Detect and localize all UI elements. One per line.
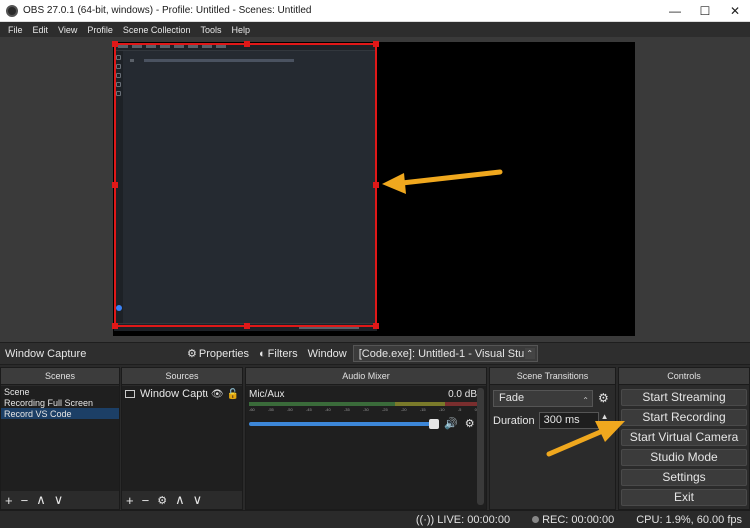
scene-item[interactable]: Scene (1, 386, 119, 397)
menu-profile[interactable]: Profile (82, 25, 118, 35)
move-down-icon[interactable]: ∨ (193, 492, 203, 508)
channel-name: Mic/Aux (249, 389, 285, 400)
remove-source-icon[interactable]: − (142, 493, 150, 508)
transition-select[interactable]: Fade ⌃ (493, 390, 593, 407)
add-source-icon[interactable]: + (126, 493, 134, 508)
eye-icon[interactable]: 👁 (211, 389, 224, 400)
source-selection-box[interactable] (112, 41, 379, 329)
maximize-button[interactable]: ☐ (690, 0, 720, 22)
gear-icon[interactable]: ⚙ (157, 494, 167, 507)
minimize-button[interactable]: — (660, 0, 690, 22)
mixer-channel: Mic/Aux 0.0 dB -60 -55 -50 -45 -40 -35 -30 -25-… (249, 389, 477, 430)
filter-icon: ◐ (259, 347, 266, 360)
move-down-icon[interactable]: ∨ (54, 492, 64, 508)
live-status: ((·)) LIVE: 00:00:00 (415, 513, 511, 526)
obs-logo-icon (6, 4, 18, 17)
meter-ticks: -60 -55 -50 -45 -40 -35 -30 -25 -20 -15 -10 -5 0 (249, 407, 477, 412)
gear-icon[interactable]: ⚙ (598, 391, 609, 405)
source-item[interactable]: Window Captu 👁 🔓 (122, 386, 242, 402)
chevron-updown-icon: ⌃ (582, 396, 589, 405)
resize-handle[interactable] (244, 323, 250, 329)
sources-footer: + − ⚙ ∧ ∨ (122, 491, 242, 509)
menu-edit[interactable]: Edit (28, 25, 54, 35)
scene-item-selected[interactable]: Record VS Code (1, 408, 119, 419)
scene-transitions-header: Scene Transitions (490, 368, 615, 385)
start-virtual-camera-button[interactable]: Start Virtual Camera (621, 429, 747, 446)
exit-button[interactable]: Exit (621, 489, 747, 506)
menu-tools[interactable]: Tools (195, 25, 226, 35)
window-label: Window (307, 347, 347, 360)
volume-slider[interactable] (249, 418, 439, 429)
studio-mode-button[interactable]: Studio Mode (621, 449, 747, 466)
resize-handle[interactable] (112, 323, 118, 329)
scene-item[interactable]: Recording Full Screen (1, 397, 119, 408)
properties-label: Properties (198, 347, 250, 360)
scenes-dock: Scenes Scene Recording Full Screen Recor… (0, 367, 120, 510)
window-select-value: [Code.exe]: Untitled-1 - Visual Stu (358, 347, 525, 360)
cpu-status: CPU: 1.9%, 60.00 fps (636, 513, 742, 526)
annotation-arrow-icon (546, 421, 625, 457)
properties-button[interactable]: ⚙ Properties (187, 347, 250, 361)
remove-scene-icon[interactable]: − (21, 493, 29, 508)
menu-help[interactable]: Help (226, 25, 255, 35)
status-bar: ((·)) LIVE: 00:00:00 REC: 00:00:00 CPU: … (0, 510, 750, 528)
volume-slider-knob[interactable] (429, 418, 439, 429)
window-title: OBS 27.0.1 (64-bit, windows) - Profile: … (23, 5, 312, 16)
move-up-icon[interactable]: ∧ (36, 492, 46, 508)
gear-icon: ⚙ (187, 348, 197, 360)
chevron-updown-icon: ⌃ (524, 348, 535, 359)
lock-icon[interactable]: 🔓 (227, 389, 239, 400)
menu-scene-collection[interactable]: Scene Collection (118, 25, 196, 35)
settings-button[interactable]: Settings (621, 469, 747, 486)
controls-header: Controls (619, 368, 749, 385)
rec-status: REC: 00:00:00 (532, 514, 614, 526)
audio-mixer-dock: Audio Mixer Mic/Aux 0.0 dB -60 -55 -50 -45-… (245, 367, 487, 510)
window-select[interactable]: [Code.exe]: Untitled-1 - Visual Stu ⌃ (352, 345, 538, 362)
controls-dock: Controls Start Streaming Start Recording… (618, 367, 750, 510)
audio-mixer-body: Mic/Aux 0.0 dB -60 -55 -50 -45 -40 -35 -30 -25-… (246, 386, 486, 509)
menu-bar: File Edit View Profile Scene Collection … (0, 22, 750, 37)
duration-label: Duration (493, 414, 535, 427)
filters-label: Filters (267, 347, 298, 360)
sources-header: Sources (122, 368, 242, 385)
channel-level: 0.0 dB (448, 389, 477, 400)
audio-mixer-header: Audio Mixer (246, 368, 486, 385)
menu-file[interactable]: File (3, 25, 28, 35)
broadcast-icon: ((·)) (415, 513, 435, 526)
title-bar: OBS 27.0.1 (64-bit, windows) - Profile: … (0, 0, 750, 22)
menu-view[interactable]: View (53, 25, 82, 35)
scenes-footer: + − ∧ ∨ (1, 491, 119, 509)
sources-list: Window Captu 👁 🔓 (122, 386, 242, 491)
filters-button[interactable]: ◐ Filters (259, 348, 298, 360)
add-scene-icon[interactable]: + (5, 493, 13, 508)
sources-dock: Sources Window Captu 👁 🔓 + − ⚙ ∧ ∨ (121, 367, 243, 510)
selected-source-name: Window Capture (5, 347, 87, 360)
resize-handle[interactable] (112, 182, 118, 188)
controls-body: Start Streaming Start Recording Start Vi… (619, 386, 749, 509)
start-recording-button[interactable]: Start Recording (621, 409, 747, 426)
start-streaming-button[interactable]: Start Streaming (621, 389, 747, 406)
transition-value: Fade (499, 392, 525, 404)
scenes-header: Scenes (1, 368, 119, 385)
monitor-icon (125, 390, 135, 398)
scenes-list: Scene Recording Full Screen Record VS Co… (1, 386, 119, 491)
speaker-icon[interactable]: 🔊 (444, 417, 458, 430)
resize-handle[interactable] (373, 182, 379, 188)
preview-area (0, 37, 750, 342)
resize-handle[interactable] (373, 323, 379, 329)
mixer-scrollbar[interactable] (477, 388, 484, 505)
move-up-icon[interactable]: ∧ (175, 492, 185, 508)
resize-handle[interactable] (244, 41, 250, 47)
record-dot-icon (532, 516, 540, 524)
source-label: Window Captu (140, 388, 208, 400)
resize-handle[interactable] (373, 41, 379, 47)
volume-meter (249, 402, 477, 406)
resize-handle[interactable] (112, 41, 118, 47)
source-toolbar: Window Capture ⚙ Properties ◐ Filters Wi… (0, 342, 750, 365)
close-button[interactable]: ✕ (720, 0, 750, 22)
gear-icon[interactable]: ⚙ (465, 417, 475, 430)
annotation-arrow-icon (382, 169, 503, 194)
